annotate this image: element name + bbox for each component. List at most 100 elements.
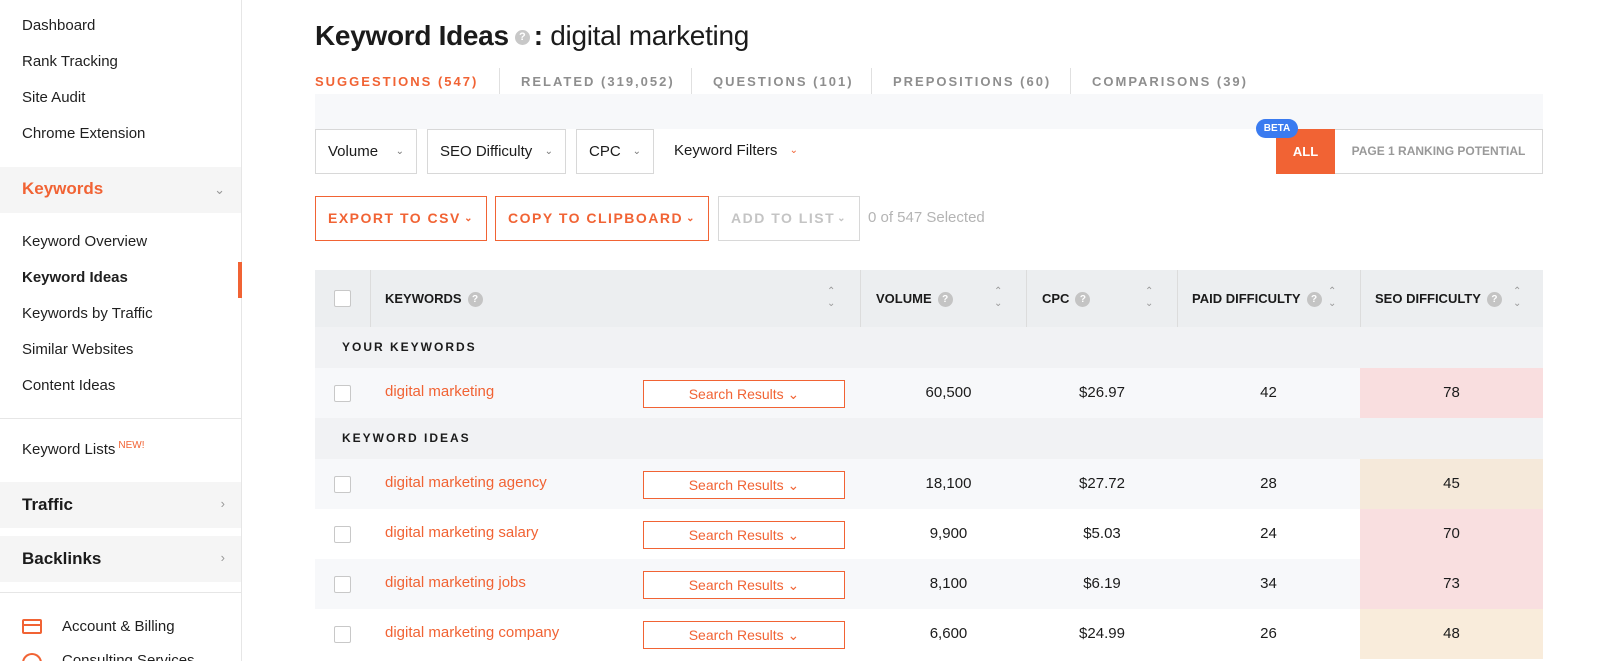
- column-separator: [1360, 270, 1361, 328]
- add-to-list-button[interactable]: ADD TO LIST ⌄: [718, 196, 860, 241]
- seo-difficulty-cell: 48: [1360, 609, 1543, 659]
- help-icon[interactable]: ?: [467, 292, 483, 308]
- sidebar-section-keywords-label: Keywords: [22, 179, 104, 198]
- sort-keywords-icon[interactable]: ⌃ ⌄: [827, 286, 835, 310]
- select-all-checkbox[interactable]: [334, 290, 351, 307]
- cpc-cell: $5.03: [1083, 525, 1121, 542]
- page-title-keyword: digital marketing: [550, 20, 750, 51]
- row-checkbox[interactable]: [334, 576, 351, 593]
- cpc-cell: $27.72: [1079, 475, 1125, 492]
- tabs-underbar: [315, 94, 1543, 129]
- column-separator: [1177, 270, 1178, 328]
- column-separator: [1026, 270, 1027, 328]
- page-title-text: Keyword Ideas: [315, 20, 509, 51]
- cpc-cell: $6.19: [1083, 575, 1121, 592]
- column-seo-difficulty-label: SEO DIFFICULTY: [1375, 291, 1481, 306]
- tab-suggestions[interactable]: SUGGESTIONS (547): [315, 74, 478, 89]
- tab-separator: [1070, 68, 1071, 94]
- paid-difficulty-cell: 24: [1260, 525, 1277, 542]
- cpc-filter[interactable]: CPC ⌄: [576, 129, 654, 174]
- row-checkbox[interactable]: [334, 476, 351, 493]
- new-badge: NEW!: [118, 440, 145, 451]
- search-results-button[interactable]: Search Results ⌄: [643, 621, 845, 649]
- group-header-your-keywords: YOUR KEYWORDS: [315, 327, 1543, 368]
- group-header-keyword-ideas: KEYWORD IDEAS: [315, 418, 1543, 459]
- keyword-link[interactable]: digital marketing company: [385, 624, 559, 641]
- chevron-down-icon: ⌄: [395, 146, 404, 157]
- sidebar-item-dashboard[interactable]: Dashboard: [22, 17, 95, 34]
- table-header: KEYWORDS? ⌃ ⌄ VOLUME? ⌃ ⌄ CPC? ⌃ ⌄ PAID DIF…: [315, 270, 1543, 328]
- search-results-button[interactable]: Search Results ⌄: [643, 521, 845, 549]
- tab-separator: [499, 68, 500, 94]
- group-label: KEYWORD IDEAS: [342, 431, 471, 445]
- result-tabs: SUGGESTIONS (547) RELATED (319,052) QUES…: [315, 66, 1543, 94]
- seo-difficulty-cell: 70: [1360, 509, 1543, 559]
- volume-filter[interactable]: Volume ⌄: [315, 129, 417, 174]
- sidebar-item-site-audit[interactable]: Site Audit: [22, 89, 85, 106]
- column-header-volume: VOLUME?: [876, 270, 953, 328]
- sidebar-item-consulting[interactable]: Consulting Services: [62, 652, 195, 661]
- help-icon[interactable]: ?: [1486, 292, 1502, 308]
- tab-separator: [871, 68, 872, 94]
- search-results-button[interactable]: Search Results ⌄: [643, 471, 845, 499]
- keyword-link[interactable]: digital marketing: [385, 383, 494, 400]
- keyword-link[interactable]: digital marketing agency: [385, 474, 547, 491]
- sidebar-section-traffic[interactable]: Traffic ›: [0, 482, 241, 528]
- export-csv-label: EXPORT TO CSV: [328, 210, 461, 226]
- sidebar-item-keyword-lists[interactable]: Keyword Lists NEW!: [22, 440, 144, 458]
- sidebar-item-account-billing[interactable]: Account & Billing: [62, 618, 175, 635]
- volume-filter-label: Volume: [328, 143, 379, 160]
- chevron-right-icon: ›: [220, 496, 225, 511]
- column-header-seo-difficulty: SEO DIFFICULTY?: [1375, 270, 1502, 328]
- search-results-button[interactable]: Search Results ⌄: [643, 380, 845, 408]
- table-row: digital marketing salary Search Results …: [315, 509, 1543, 559]
- help-icon[interactable]: ?: [937, 292, 953, 308]
- sort-cpc-icon[interactable]: ⌃ ⌄: [1145, 286, 1153, 310]
- sidebar-item-rank-tracking[interactable]: Rank Tracking: [22, 53, 118, 70]
- sidebar-item-chrome-extension[interactable]: Chrome Extension: [22, 125, 145, 142]
- search-results-label: Search Results: [688, 386, 784, 402]
- seo-difficulty-filter[interactable]: SEO Difficulty ⌄: [427, 129, 566, 174]
- row-checkbox[interactable]: [334, 526, 351, 543]
- copy-clipboard-label: COPY TO CLIPBOARD: [508, 210, 684, 226]
- copy-clipboard-button[interactable]: COPY TO CLIPBOARD ⌄: [495, 196, 709, 241]
- keyword-link[interactable]: digital marketing salary: [385, 524, 538, 541]
- sidebar-item-keyword-ideas[interactable]: Keyword Ideas: [22, 269, 128, 286]
- sidebar-item-content-ideas[interactable]: Content Ideas: [22, 377, 115, 394]
- keyword-filters-dropdown[interactable]: Keyword Filters ⌄: [662, 129, 810, 174]
- volume-cell: 9,900: [929, 525, 968, 542]
- paid-difficulty-cell: 28: [1260, 475, 1277, 492]
- sidebar-item-keyword-overview[interactable]: Keyword Overview: [22, 233, 147, 250]
- sidebar-section-backlinks[interactable]: Backlinks ›: [0, 536, 241, 582]
- volume-cell: 18,100: [925, 475, 972, 492]
- column-volume-label: VOLUME: [876, 291, 932, 306]
- table-row: digital marketing agency Search Results …: [315, 459, 1543, 509]
- tab-related[interactable]: RELATED (319,052): [521, 74, 675, 89]
- sort-seo-difficulty-icon[interactable]: ⌃ ⌄: [1513, 286, 1521, 310]
- chevron-down-icon: ⌄: [632, 146, 641, 157]
- help-icon[interactable]: ?: [514, 30, 530, 46]
- cpc-cell: $26.97: [1079, 384, 1125, 401]
- sort-paid-difficulty-icon[interactable]: ⌃ ⌄: [1328, 286, 1336, 310]
- sidebar-item-keywords-by-traffic[interactable]: Keywords by Traffic: [22, 305, 153, 322]
- tab-prepositions[interactable]: PREPOSITIONS (60): [893, 74, 1051, 89]
- tab-comparisons[interactable]: COMPARISONS (39): [1092, 74, 1248, 89]
- search-results-button[interactable]: Search Results ⌄: [643, 571, 845, 599]
- help-icon[interactable]: ?: [1306, 292, 1322, 308]
- sidebar-section-keywords[interactable]: Keywords ⌄: [0, 167, 241, 213]
- page1-ranking-potential-button[interactable]: PAGE 1 RANKING POTENTIAL: [1335, 129, 1543, 174]
- chevron-down-icon: ⌄: [686, 213, 696, 224]
- row-checkbox[interactable]: [334, 626, 351, 643]
- sort-volume-icon[interactable]: ⌃ ⌄: [994, 286, 1002, 310]
- row-checkbox[interactable]: [334, 385, 351, 402]
- tab-questions[interactable]: QUESTIONS (101): [713, 74, 854, 89]
- column-paid-difficulty-label: PAID DIFFICULTY: [1192, 291, 1301, 306]
- volume-cell: 8,100: [929, 575, 968, 592]
- help-icon[interactable]: ?: [1075, 292, 1091, 308]
- sidebar-item-similar-websites[interactable]: Similar Websites: [22, 341, 133, 358]
- search-results-label: Search Results: [688, 577, 784, 593]
- keyword-link[interactable]: digital marketing jobs: [385, 574, 526, 591]
- export-csv-button[interactable]: EXPORT TO CSV ⌄: [315, 196, 487, 241]
- seo-difficulty-filter-label: SEO Difficulty: [440, 143, 533, 160]
- active-indicator: [238, 262, 242, 298]
